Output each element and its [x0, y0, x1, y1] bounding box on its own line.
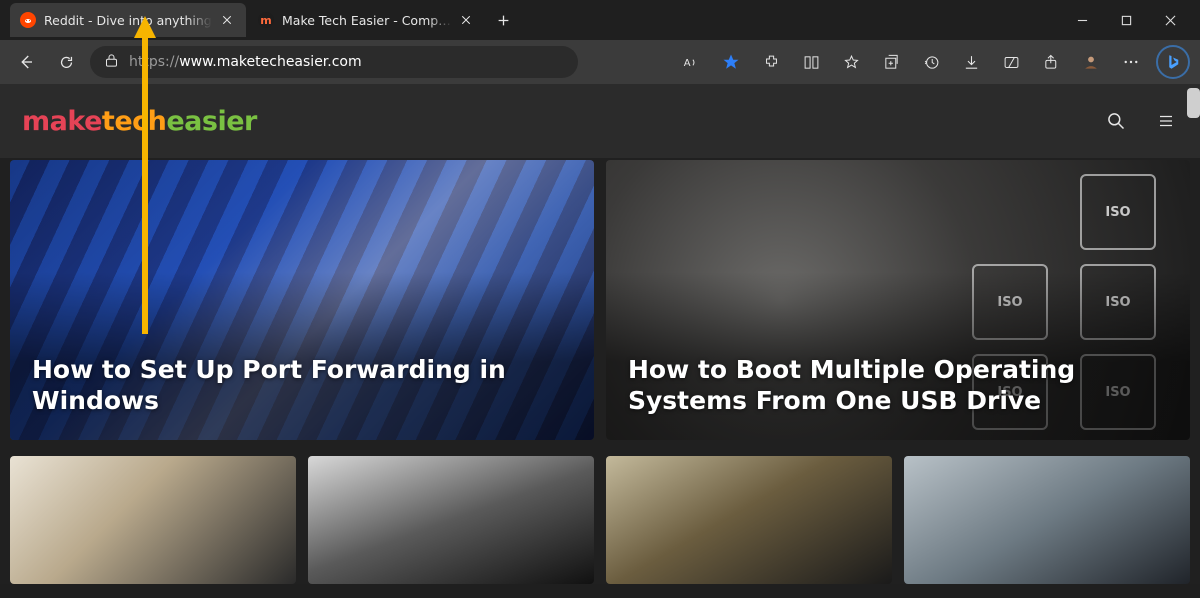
refresh-button[interactable] — [50, 46, 82, 78]
browser-tab-reddit[interactable]: Reddit - Dive into anything — [10, 3, 246, 37]
window-controls — [1070, 0, 1200, 40]
article-thumb[interactable] — [904, 456, 1190, 584]
extensions-icon[interactable] — [756, 47, 786, 77]
feature-headline: How to Set Up Port Forwarding in Windows — [32, 354, 545, 417]
browser-toolbar: https://www.maketecheasier.com A — [0, 40, 1200, 84]
url-text: https://www.maketecheasier.com — [129, 54, 564, 70]
window-minimize-button[interactable] — [1070, 0, 1094, 40]
site-logo[interactable]: maketecheasier — [22, 106, 257, 137]
site-header-actions — [1104, 109, 1178, 133]
back-button[interactable] — [10, 46, 42, 78]
site-info-icon[interactable] — [104, 53, 119, 72]
window-close-button[interactable] — [1158, 0, 1182, 40]
article-thumb[interactable] — [606, 456, 892, 584]
toolbar-actions: A — [676, 45, 1190, 79]
read-aloud-icon[interactable]: A — [676, 47, 706, 77]
bing-sidebar-button[interactable] — [1156, 45, 1190, 79]
feature-card-port-forwarding[interactable]: How to Set Up Port Forwarding in Windows — [10, 160, 594, 440]
menu-hamburger-icon[interactable] — [1154, 109, 1178, 133]
window-maximize-button[interactable] — [1114, 0, 1138, 40]
downloads-icon[interactable] — [956, 47, 986, 77]
page-content: How to Set Up Port Forwarding in Windows… — [0, 158, 1200, 584]
browser-tab-strip: Reddit - Dive into anything m Make Tech … — [0, 0, 1200, 40]
site-header: maketecheasier — [0, 84, 1200, 158]
feature-card-multi-boot-usb[interactable]: ISO ISO ISO ISO ISO How to Boot Multiple… — [606, 160, 1190, 440]
scrollbar-thumb[interactable] — [1187, 88, 1200, 118]
share-icon[interactable] — [1036, 47, 1066, 77]
profile-avatar[interactable] — [1076, 47, 1106, 77]
collections-icon[interactable] — [876, 47, 906, 77]
address-bar[interactable]: https://www.maketecheasier.com — [90, 46, 578, 78]
mte-favicon: m — [258, 12, 274, 28]
feature-row: How to Set Up Port Forwarding in Windows… — [10, 160, 1190, 440]
feature-headline: How to Boot Multiple Operating Systems F… — [628, 354, 1141, 417]
favorite-star-icon[interactable] — [716, 47, 746, 77]
article-thumb[interactable] — [10, 456, 296, 584]
more-menu-icon[interactable] — [1116, 47, 1146, 77]
new-tab-button[interactable] — [486, 3, 520, 37]
tab-title: Reddit - Dive into anything — [44, 13, 212, 28]
article-thumb[interactable] — [308, 456, 594, 584]
history-icon[interactable] — [916, 47, 946, 77]
browser-tab-mte[interactable]: m Make Tech Easier - Computer Tu — [248, 3, 484, 37]
favorites-icon[interactable] — [836, 47, 866, 77]
article-thumb-row — [10, 456, 1190, 584]
split-screen-icon[interactable] — [796, 47, 826, 77]
tab-title: Make Tech Easier - Computer Tu — [282, 13, 453, 28]
close-tab-icon[interactable] — [218, 11, 236, 29]
svg-text:A: A — [683, 58, 690, 69]
reddit-favicon — [20, 12, 36, 28]
close-tab-icon[interactable] — [459, 11, 474, 29]
search-icon[interactable] — [1104, 109, 1128, 133]
screenshot-icon[interactable] — [996, 47, 1026, 77]
